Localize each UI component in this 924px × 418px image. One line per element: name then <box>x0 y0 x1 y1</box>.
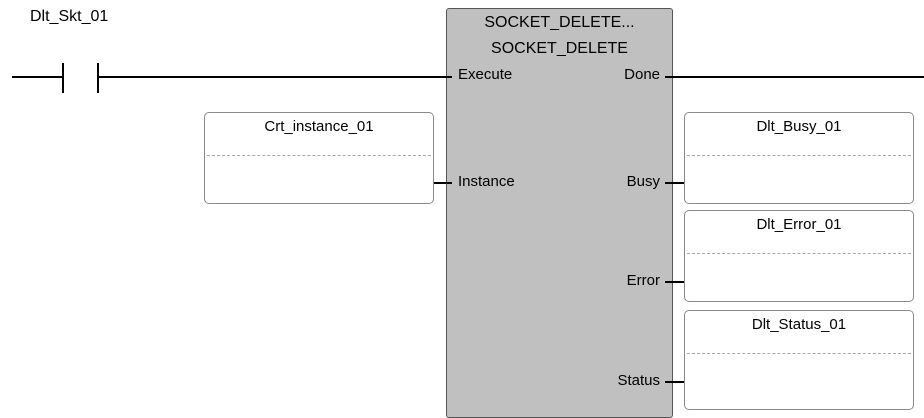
variable-divider <box>687 155 911 156</box>
status-output-variable-box[interactable]: Dlt_Status_01 <box>684 310 914 410</box>
done-pin-stub <box>665 76 681 78</box>
function-block-instance-name[interactable]: SOCKET_DELETE... <box>446 14 673 32</box>
execute-pin-stub <box>440 76 452 78</box>
busy-output-variable-name[interactable]: Dlt_Busy_01 <box>685 118 913 135</box>
instance-pin-label: Instance <box>458 173 515 190</box>
status-pin-label: Status <box>617 372 660 389</box>
instance-input-variable-box[interactable]: Crt_instance_01 <box>204 112 434 204</box>
rung-wire-left <box>12 76 64 78</box>
contact-left-bar[interactable] <box>62 63 64 93</box>
rung-wire-to-execute <box>189 76 446 78</box>
rung-wire-right <box>681 76 924 78</box>
variable-divider <box>687 353 911 354</box>
function-block-type-name: SOCKET_DELETE <box>491 40 628 57</box>
busy-pin-label: Busy <box>626 173 660 190</box>
variable-divider <box>687 253 911 254</box>
done-pin-label: Done <box>624 66 660 83</box>
variable-divider <box>207 155 431 156</box>
status-output-variable-name[interactable]: Dlt_Status_01 <box>685 316 913 333</box>
error-pin-label: Error <box>626 272 660 289</box>
contact-right-bar[interactable] <box>97 63 99 93</box>
error-output-variable-box[interactable]: Dlt_Error_01 <box>684 210 914 302</box>
rung-wire-middle <box>97 76 189 78</box>
contact-variable-label[interactable]: Dlt_Skt_01 <box>30 8 108 26</box>
execute-pin-label: Execute <box>458 66 513 83</box>
busy-output-variable-box[interactable]: Dlt_Busy_01 <box>684 112 914 204</box>
instance-input-variable-name[interactable]: Crt_instance_01 <box>205 118 433 135</box>
error-output-variable-name[interactable]: Dlt_Error_01 <box>685 216 913 233</box>
